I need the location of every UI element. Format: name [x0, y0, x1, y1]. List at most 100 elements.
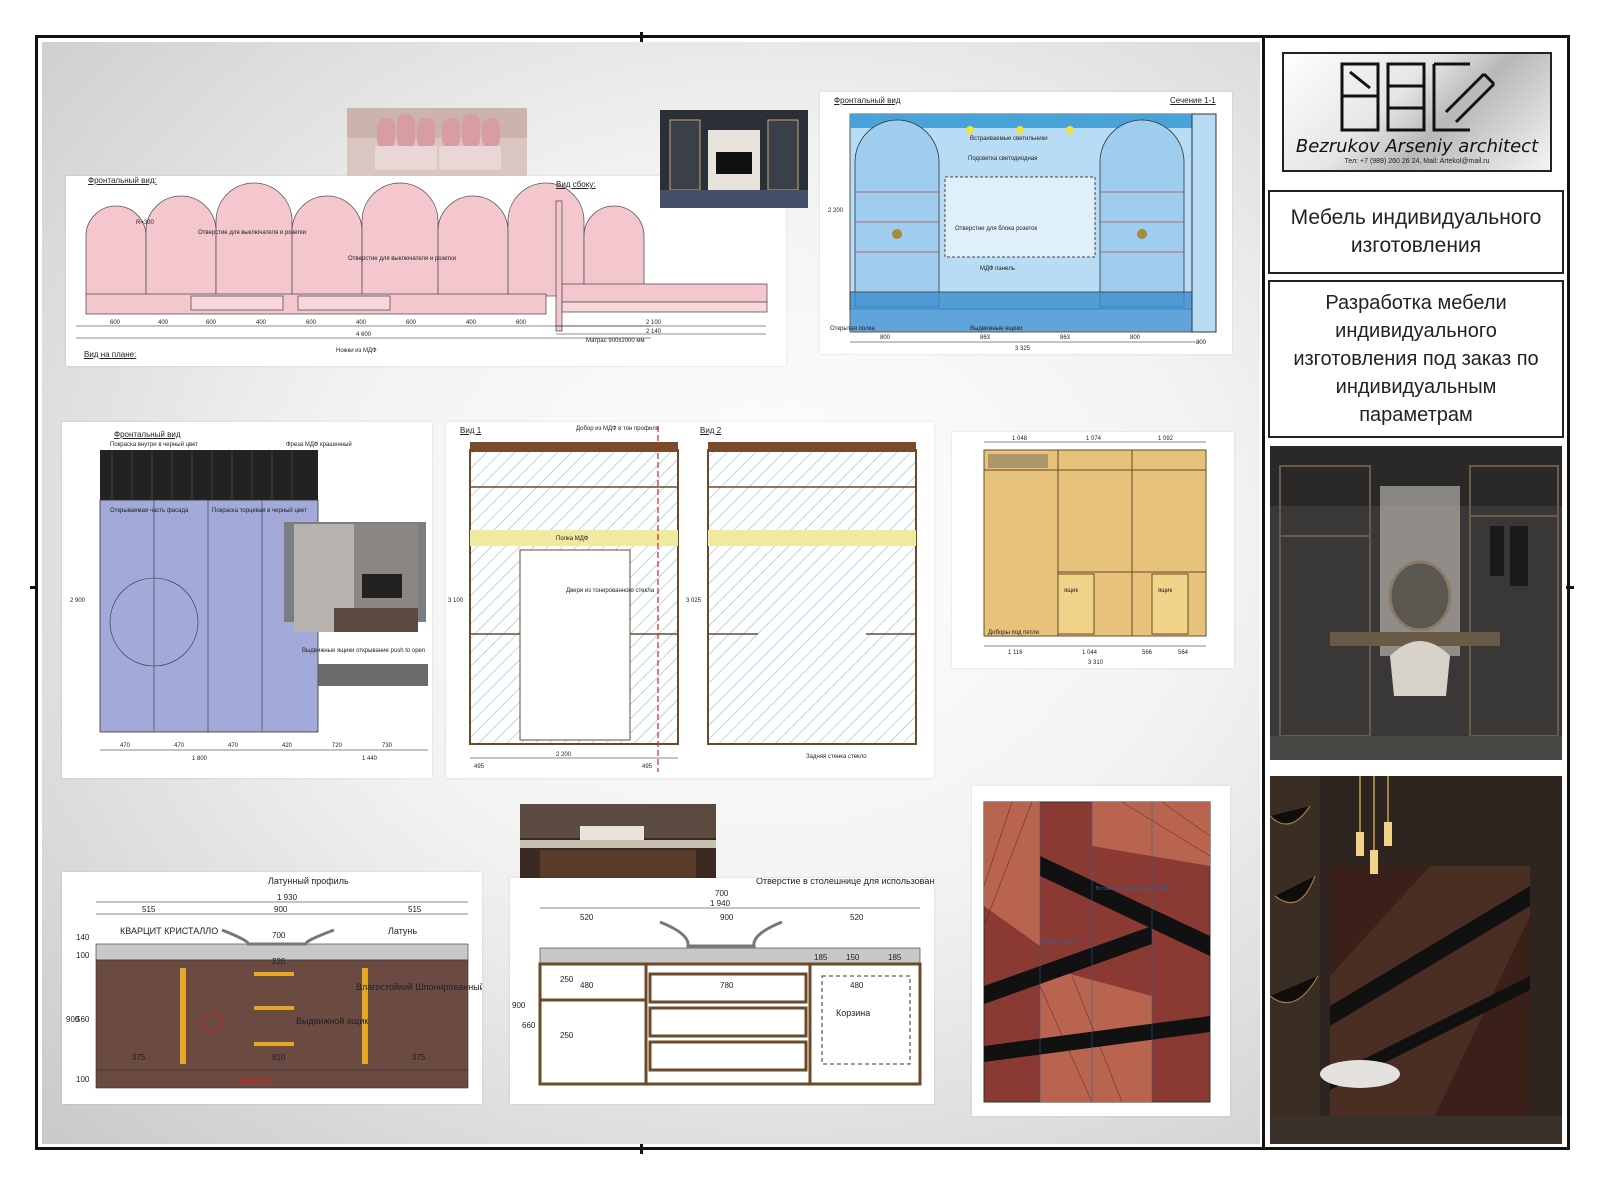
- title-block-divider: [1262, 38, 1265, 1148]
- v1-quartz: КВАРЦИТ КРИСТАЛЛО: [120, 926, 218, 936]
- vanity2-drawing: 1 940 700 520 900 520 480 780 480 150 18…: [512, 878, 934, 1086]
- w3-bottom-1: 1 116: [1008, 650, 1023, 656]
- bed-length: 2 100: [646, 320, 662, 326]
- w1-dim-2: 470: [174, 743, 185, 749]
- title-box: Мебель индивидуального изготовления: [1268, 190, 1564, 274]
- w1-note-5: Выдвижные ящики открывание push to open: [302, 648, 425, 654]
- v2-h250b: 250: [560, 1031, 574, 1040]
- v2-h185b: 185: [888, 953, 902, 962]
- v1-h4: 100: [76, 1075, 90, 1084]
- w3-bottom-2: 1 044: [1082, 650, 1098, 656]
- w3-drawer-2: ящик: [1158, 588, 1173, 594]
- v2-h185a: 185: [814, 953, 828, 962]
- w1-dim-5: 720: [332, 743, 343, 749]
- w1-note-1: Покраска внутри в черный цвет: [110, 441, 198, 448]
- tv-wall-render-photo: [660, 110, 808, 208]
- tv-mdf: МДФ панель: [980, 266, 1015, 272]
- bed-dim-7: 600: [406, 320, 417, 326]
- w3-bottom-label: Доборы под петли: [988, 630, 1039, 636]
- w2-w-left: 495: [474, 764, 485, 770]
- vanity2-drawing-sheet: 1 940 700 520 900 520 480 780 480 150 18…: [510, 878, 934, 1104]
- tv-drawer: Выдвижные ящики: [970, 326, 1023, 332]
- v1-d1: 220: [272, 957, 286, 966]
- frame-tick-right: [1566, 586, 1574, 589]
- frame-tick-left: [30, 586, 38, 589]
- tv-shelf: Открытая полка: [830, 326, 875, 332]
- w3-dim-2: 1 074: [1086, 436, 1102, 442]
- v2-d-mid: 780: [720, 981, 734, 990]
- w1-dim-1: 470: [120, 743, 131, 749]
- v1-node: Узел 1: [238, 1075, 271, 1087]
- v1-w-left: 515: [142, 905, 156, 914]
- wardrobe3-drawing-sheet: 1 048 1 074 1 092 1 116 1 044 566 564 3 …: [952, 432, 1234, 668]
- logo-icon: [1340, 62, 1496, 132]
- panel-note-2: Черное стекло: [1042, 940, 1076, 946]
- v2-hole: Отверстие в столешнице для использованны…: [756, 878, 934, 886]
- bed-dim-total: 4 600: [356, 332, 372, 338]
- v2-h660: 660: [522, 1021, 536, 1030]
- v2-w-sink: 700: [715, 889, 729, 898]
- sheet-description: Разработка мебели индивидуального изгото…: [1293, 292, 1539, 426]
- tv-wall-drawing-sheet: 3 325 800 863 863 800 2 200 Встраиваемые…: [820, 92, 1232, 354]
- tv-wall-drawing: 3 325 800 863 863 800 2 200 Встраиваемые…: [828, 113, 1217, 352]
- v1-d2: 810: [272, 1053, 286, 1062]
- w1-note-4: Фреза МДФ крашенный: [286, 441, 352, 448]
- w1-note-3: Покраска торцевая в черный цвет: [212, 507, 307, 514]
- bed-mattress: Матрас 900х2000 мм: [586, 338, 645, 344]
- w3-dim-1: 1 048: [1012, 436, 1028, 442]
- bed-note-1: Отверстие для выключателя и розетки: [198, 230, 306, 236]
- vanity1-drawing: 1 930 515 900 515 700 220 810 375 375 90…: [66, 876, 482, 1089]
- w1-total-2: 1 440: [362, 756, 378, 762]
- v2-w-left: 520: [580, 913, 594, 922]
- tv-built-light: Встраиваемые светильники: [970, 136, 1048, 142]
- v2-h250a: 250: [560, 975, 574, 984]
- tv-width-total: 3 325: [1015, 346, 1031, 352]
- bathroom-render: [1270, 776, 1562, 1144]
- bed-plan-view-label: Вид на плане:: [84, 350, 137, 359]
- bed-note-2: Отверстие для выключателя и розетки: [348, 256, 456, 262]
- wood-panel-drawing: Вставка из тонированного МДФ Черное стек…: [983, 801, 1211, 1103]
- bed-dim-5: 600: [306, 320, 317, 326]
- tv-height: 2 200: [828, 208, 844, 214]
- tv-depth: 300: [1196, 340, 1207, 346]
- v2-basket: Корзина: [836, 1008, 870, 1018]
- w1-dim-6: 730: [382, 743, 393, 749]
- wood-panel-drawing-sheet: Вставка из тонированного МДФ Черное стек…: [972, 786, 1230, 1116]
- vanity1-drawing-sheet: 1 930 515 900 515 700 220 810 375 375 90…: [62, 872, 482, 1104]
- bed-dim-9: 600: [516, 320, 527, 326]
- w1-note-2: Открываемая часть фасада: [110, 508, 189, 514]
- dressing-room-render: [1270, 446, 1562, 760]
- tv-sockets: Отверстие для блока розеток: [955, 226, 1038, 232]
- bed-dim-4: 400: [256, 320, 267, 326]
- v2-height: 900: [512, 1001, 526, 1010]
- bed-render-photo: [347, 108, 527, 176]
- v1-profile: Латунный профиль: [268, 876, 349, 886]
- tv-w4: 800: [1130, 335, 1141, 341]
- wardrobe3-drawing: 1 048 1 074 1 092 1 116 1 044 566 564 3 …: [983, 436, 1207, 666]
- v1-drawer: Выдвижной ящик: [296, 1016, 368, 1026]
- bed-side-view-label: Вид сбоку:: [556, 180, 596, 189]
- v1-w-mid: 900: [274, 905, 288, 914]
- bed-dim-1: 600: [110, 320, 121, 326]
- w1-dim-4: 420: [282, 743, 293, 749]
- w2-height-1: 3 100: [448, 598, 464, 604]
- bed-dim-2: 400: [158, 320, 169, 326]
- logo-name: Bezrukov Arseniy architect: [1295, 136, 1539, 157]
- w3-dim-3: 1 092: [1158, 436, 1174, 442]
- w3-bottom-4: 564: [1178, 650, 1189, 656]
- w3-drawer-1: ящик: [1064, 588, 1079, 594]
- v2-w-mid: 900: [720, 913, 734, 922]
- w3-total: 3 310: [1088, 660, 1104, 666]
- w2-width: 2 200: [556, 752, 572, 758]
- w2-back: Задняя стенка стекло: [806, 754, 867, 760]
- tv-w2: 863: [980, 335, 991, 341]
- w3-bottom-3: 566: [1142, 650, 1153, 656]
- v1-w-right: 515: [408, 905, 422, 914]
- v2-d-left: 480: [580, 981, 594, 990]
- w1-dim-3: 470: [228, 743, 239, 749]
- bed-front-view-label: Фронтальный вид:: [88, 176, 157, 185]
- v1-moist: Влагостойкий Шпонированный МДФ: [356, 982, 482, 992]
- w2-view2-label: Вид 2: [700, 426, 722, 435]
- tv-section-label: Сечение 1-1: [1170, 96, 1216, 105]
- w1-height: 2 900: [70, 598, 86, 604]
